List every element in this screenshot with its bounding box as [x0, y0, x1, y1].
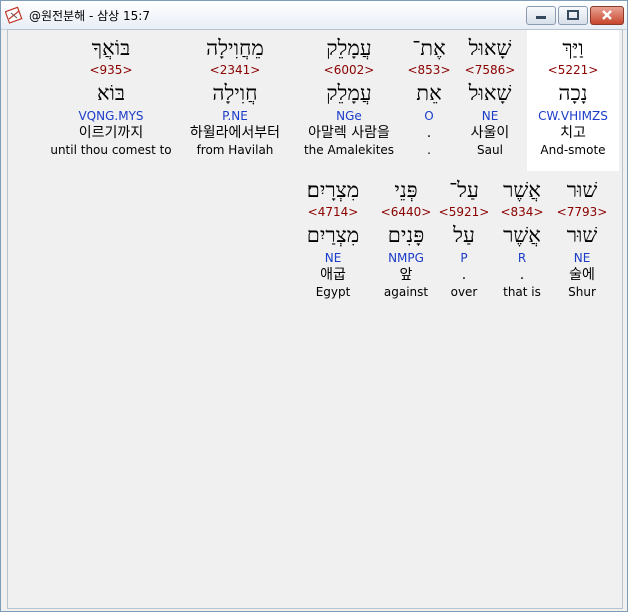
strong-number: <935>: [89, 63, 133, 77]
minimize-icon: [536, 16, 546, 19]
interlinear-panel: וַיַּךְ <5221> נָכָה CW.VHIMZS 치고 And-smote שָ…: [7, 29, 623, 609]
app-window: @원전분해 - 삼상 15:7 וַיַּךְ <5221> נָכָה CW.VHI…: [0, 0, 628, 612]
close-icon: [602, 10, 612, 20]
lemma-word: בּוֹא: [96, 81, 126, 105]
hebrew-word: מֵחֲוִילָה: [206, 36, 264, 60]
korean-gloss: 애굽: [320, 267, 346, 283]
lemma-word: מִצְרַיִם: [306, 223, 360, 247]
parse-code: P.NE: [222, 109, 248, 123]
parse-code: VQNG.MYS: [78, 109, 144, 123]
lemma-word: חֲוִילָה: [212, 81, 258, 105]
maximize-button[interactable]: [558, 6, 588, 25]
maximize-icon: [567, 10, 579, 20]
minimize-button[interactable]: [526, 6, 556, 25]
bible-icon: [5, 6, 23, 24]
korean-gloss: 하윌라에서부터: [189, 125, 281, 141]
word-column[interactable]: בּוֹאֲךָ <935> בּוֹא VQNG.MYS 이르기까지 until tho…: [41, 34, 181, 158]
strong-number: <4714>: [307, 205, 359, 219]
strong-number: <2341>: [209, 63, 261, 77]
hebrew-word: בּוֹאֲךָ: [91, 36, 131, 60]
english-gloss: until thou comest to: [50, 143, 172, 157]
window-title: @원전분해 - 삼상 15:7: [29, 9, 150, 23]
close-button[interactable]: [590, 6, 624, 25]
word-column[interactable]: מִצְרָיִם׃ <4714> מִצְרַיִם NE 애굽 Egypt: [263, 176, 403, 300]
korean-gloss: 이르기까지: [78, 125, 144, 141]
word-column[interactable]: מֵחֲוִילָה <2341> חֲוִילָה P.NE 하윌라에서부터 from …: [165, 34, 305, 158]
english-gloss: Egypt: [315, 285, 351, 299]
english-gloss: from Havilah: [196, 143, 274, 157]
title-bar[interactable]: @원전분해 - 삼상 15:7: [1, 1, 627, 30]
parse-code: NE: [324, 251, 342, 265]
hebrew-word: מִצְרָיִם׃: [306, 178, 360, 202]
